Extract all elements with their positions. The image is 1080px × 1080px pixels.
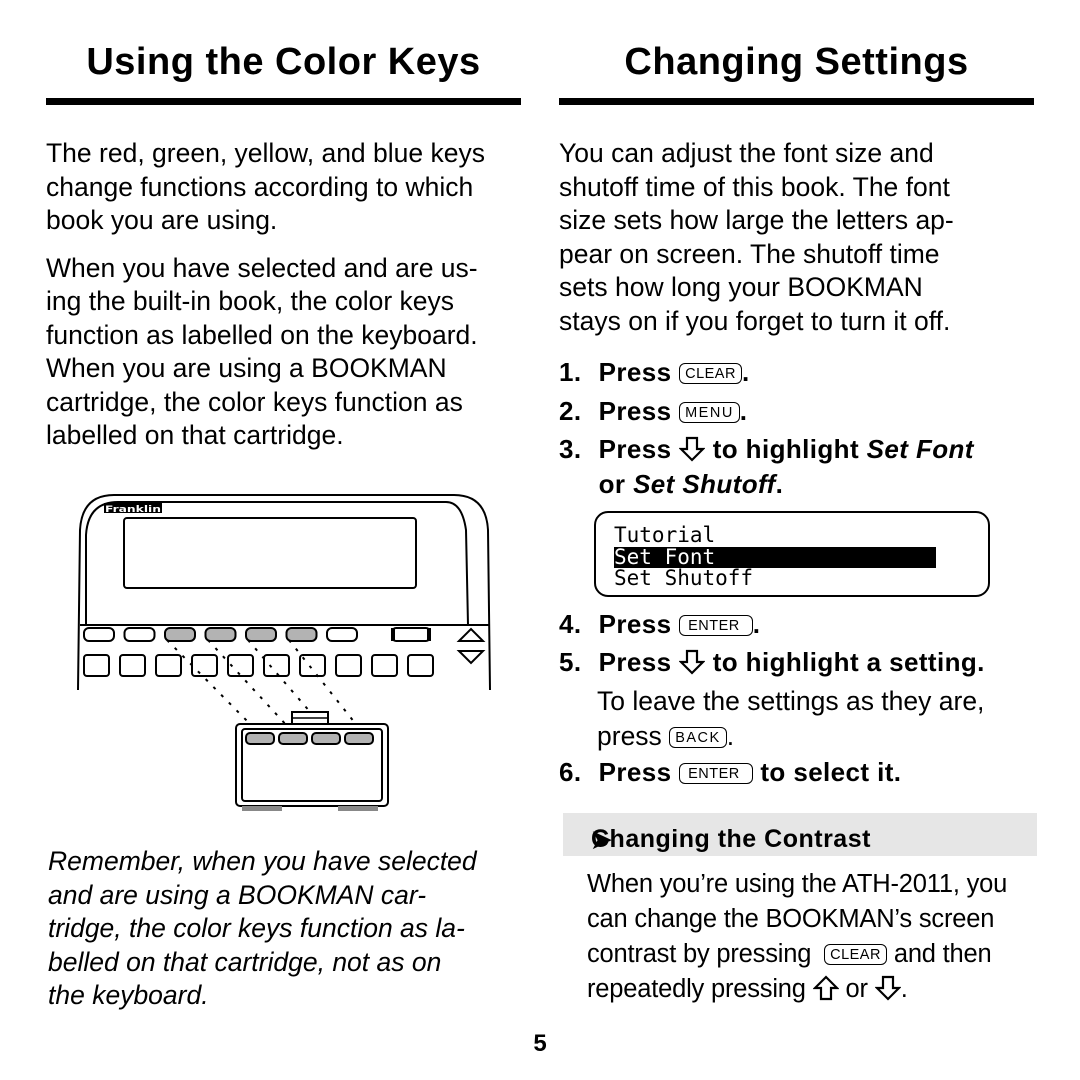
clear-key: CLEAR (679, 363, 742, 384)
step-5: 5. Press to highlight a setting. (559, 647, 985, 682)
letter-key (371, 654, 398, 677)
cartridge-color-key (278, 732, 308, 745)
color-key (285, 627, 318, 642)
clear-key: CLEAR (824, 944, 887, 965)
cartridge-color-key (311, 732, 341, 745)
enter-key: ENTER (679, 615, 753, 636)
device-screen (123, 517, 417, 589)
function-key (326, 627, 358, 642)
down-arrow-icon (678, 436, 706, 469)
letter-key (335, 654, 362, 677)
color-key (245, 627, 277, 642)
bookman-device-illustration: Franklin (77, 494, 491, 811)
left-column: Using the Color Keys The red, green, yel… (46, 0, 521, 1010)
color-key (204, 627, 237, 642)
step-3: 3. Press to highlight Set Font or Set Sh… (559, 434, 974, 499)
intro-paragraph: The red, green, yellow, and blue keys ch… (46, 138, 485, 235)
down-arrow-key-icon (456, 650, 486, 665)
right-column: Changing Settings You can adjust the fon… (559, 0, 1037, 1003)
settings-intro-paragraph: You can adjust the font size and shutoff… (559, 138, 954, 336)
up-arrow-key-icon (456, 627, 486, 642)
step-5-detail: To leave the settings as they are, press… (597, 686, 985, 751)
builtin-book-paragraph: When you have selected and are us- ing t… (46, 252, 478, 451)
menu-key: MENU (679, 402, 740, 423)
franklin-logo: Franklin (104, 503, 162, 515)
letter-key (191, 654, 218, 677)
step-2: 2. Press MENU. (559, 396, 748, 426)
svg-text:Franklin: Franklin (105, 505, 161, 515)
title-rule (559, 98, 1034, 105)
section-title-color-keys: Using the Color Keys (86, 41, 481, 83)
top-row-keys (83, 627, 358, 642)
cartridge-color-key (344, 732, 374, 745)
function-key (83, 627, 115, 642)
step-6: 6. Press ENTER to select it. (559, 757, 902, 787)
step-1: 1. Press CLEAR. (559, 357, 750, 387)
letter-key (263, 654, 290, 677)
letter-key (407, 654, 434, 677)
subsection-header: ➤ Changing the Contrast (563, 813, 1037, 856)
title-rule (46, 98, 521, 105)
function-key (123, 627, 156, 642)
enter-key: ENTER (679, 763, 753, 784)
connector-lines (166, 639, 360, 729)
letter-key (155, 654, 182, 677)
down-arrow-icon (874, 975, 902, 1011)
back-key: BACK (669, 727, 727, 748)
enter-key (391, 627, 431, 642)
screen-menu-item: Set Shutoff (614, 566, 754, 590)
bottom-row-keys (83, 654, 434, 677)
device-screen-menu: Tutorial Set Font Set Shutoff (594, 511, 990, 597)
color-key (164, 627, 196, 642)
screen-menu-item: Tutorial (614, 523, 716, 547)
down-arrow-icon (678, 649, 706, 682)
letter-key (83, 654, 110, 677)
screen-menu-item-selected: Set Font (614, 547, 936, 568)
contrast-paragraph: When you’re using the ATH-2011, you can … (587, 867, 1007, 1011)
letter-key (119, 654, 146, 677)
section-title-changing-settings: Changing Settings (624, 41, 969, 83)
up-arrow-icon (812, 975, 840, 1011)
step-4: 4. Press ENTER. (559, 609, 761, 639)
reminder-note: Remember, when you have selected and are… (48, 846, 477, 1010)
cartridge-color-key (245, 732, 275, 745)
subsection-title: Changing the Contrast (591, 825, 871, 853)
page-number: 5 (533, 1030, 547, 1057)
